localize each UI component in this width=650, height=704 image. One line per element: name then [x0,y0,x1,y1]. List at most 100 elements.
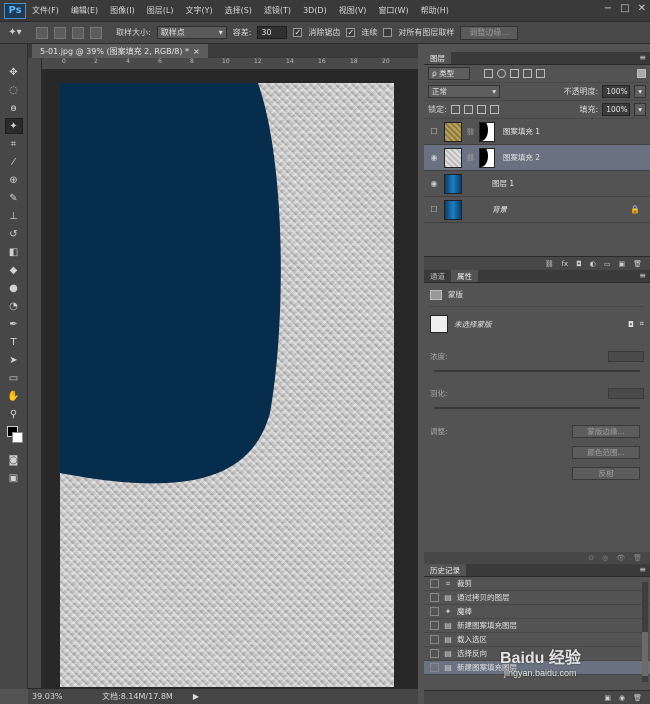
link-layers-icon[interactable]: ⛓ [545,260,554,268]
feather-input[interactable] [608,388,644,399]
history-snapshot-box[interactable] [430,579,439,588]
mask-edge-button[interactable]: 蒙版边缘... [572,425,640,438]
dodge-tool-icon[interactable]: ◔ [5,298,23,314]
fx-icon[interactable]: fx [562,260,569,268]
marquee-tool-icon[interactable]: ◌ [5,82,23,98]
lock-pixels-icon[interactable] [463,105,473,114]
history-item[interactable]: ▤ 通过拷贝的图层 [424,591,650,605]
filter-pixel-icon[interactable] [484,69,493,78]
close-button[interactable]: ✕ [638,3,646,14]
layer-filter-select[interactable]: ρ 类型 [428,67,470,80]
panel-menu-icon[interactable]: ≡ [639,565,646,574]
type-tool-icon[interactable]: T [5,334,23,350]
layer-row-pattern-fill-1[interactable]: ☐ ⛓ 图案填充 1 [424,119,650,145]
history-snapshot-box[interactable] [430,593,439,602]
lock-position-icon[interactable] [476,105,486,114]
filter-adjustment-icon[interactable] [497,69,506,78]
layer-row-pattern-fill-2[interactable]: ◉ ⛓ 图案填充 2 [424,145,650,171]
trash-icon[interactable]: 🗑 [633,694,642,702]
density-input[interactable] [608,351,644,362]
pixel-mask-icon[interactable]: ◘ [628,320,634,329]
menu-edit[interactable]: 编辑(E) [65,5,104,16]
tolerance-input[interactable]: 30 [257,26,288,39]
magic-wand-preset-icon[interactable]: ✦▾ [6,25,24,41]
invert-button[interactable]: 反相 [572,467,640,480]
menu-3d[interactable]: 3D(D) [297,6,333,15]
refine-edge-button[interactable]: 调整边缘... [460,25,519,40]
menu-view[interactable]: 视图(V) [333,5,373,16]
status-menu-arrow-icon[interactable]: ▶ [193,692,199,701]
adjustment-layer-icon[interactable]: ◐ [590,260,596,268]
history-scrollbar[interactable] [642,582,648,682]
contiguous-checkbox[interactable]: ✓ [346,28,356,37]
history-item[interactable]: ▤ 选择反向 [424,647,650,661]
all-layers-checkbox[interactable] [383,28,393,37]
tab-channels[interactable]: 通道 [424,270,451,282]
opacity-dropdown-icon[interactable]: ▾ [634,85,646,98]
zoom-tool-icon[interactable]: ⚲ [5,406,23,422]
layer-mask-thumbnail[interactable] [478,147,495,168]
tab-layers[interactable]: 图层 [424,52,451,64]
screen-mode-icon[interactable]: ▣ [5,470,23,486]
history-item[interactable]: ⌗ 裁剪 [424,577,650,591]
panel-menu-icon[interactable]: ≡ [639,53,646,62]
intersect-selection-icon[interactable] [90,26,102,39]
snapshot-icon[interactable]: ◉ [619,694,625,702]
document-canvas[interactable] [60,83,394,687]
blur-tool-icon[interactable]: ● [5,280,23,296]
lock-transparency-icon[interactable] [450,105,460,114]
healing-tool-icon[interactable]: ⊕ [5,172,23,188]
new-group-icon[interactable]: ▭ [604,260,611,268]
blend-mode-select[interactable]: 正常 ▾ [428,85,500,98]
vector-mask-icon[interactable]: ⌗ [640,319,644,329]
menu-select[interactable]: 选择(S) [219,5,258,16]
history-scrollbar-thumb[interactable] [642,632,648,676]
trash-icon[interactable]: 🗑 [633,260,642,268]
add-selection-icon[interactable] [54,26,66,39]
minimize-button[interactable]: − [604,3,612,14]
menu-type[interactable]: 文字(Y) [179,5,218,16]
history-snapshot-box[interactable] [430,649,439,658]
sample-size-select[interactable]: 取样点 ▾ [156,26,227,39]
eraser-tool-icon[interactable]: ◧ [5,244,23,260]
zoom-level[interactable]: 39.03% [28,692,76,701]
filter-type-icon[interactable] [510,69,519,78]
add-mask-icon[interactable]: ◘ [576,260,582,268]
color-range-button[interactable]: 颜色范围... [572,446,640,459]
menu-help[interactable]: 帮助(H) [415,5,455,16]
filter-shape-icon[interactable] [523,69,532,78]
antialias-checkbox[interactable]: ✓ [293,28,303,37]
shape-tool-icon[interactable]: ▭ [5,370,23,386]
maximize-button[interactable]: □ [620,3,629,14]
new-layer-icon[interactable]: ▣ [618,260,625,268]
feather-slider[interactable] [434,407,640,409]
clone-stamp-tool-icon[interactable]: ⊥ [5,208,23,224]
history-snapshot-box[interactable] [430,607,439,616]
fill-dropdown-icon[interactable]: ▾ [634,103,646,116]
magic-wand-tool-icon[interactable]: ✦ [4,118,23,134]
paint-bucket-tool-icon[interactable]: ◆ [5,262,23,278]
document-tab[interactable]: 5-01.jpg @ 39% (图案填充 2, RGB/8) * × [32,44,208,58]
visibility-toggle[interactable]: ☐ [428,205,440,214]
fill-input[interactable]: 100% [602,103,631,116]
subtract-selection-icon[interactable] [72,26,84,39]
panel-menu-icon[interactable]: ≡ [639,271,646,280]
path-selection-tool-icon[interactable]: ➤ [5,352,23,368]
filter-smart-icon[interactable] [536,69,545,78]
visibility-toggle[interactable]: ☐ [428,127,440,136]
apply-mask-icon[interactable]: ◎ [602,554,608,562]
history-item-current[interactable]: ▤ 新建图案填充图层 [424,661,650,675]
opacity-input[interactable]: 100% [602,85,631,98]
history-item[interactable]: ▤ 新建图案填充图层 [424,619,650,633]
filter-toggle-icon[interactable] [637,69,646,78]
history-brush-tool-icon[interactable]: ↺ [5,226,23,242]
hand-tool-icon[interactable]: ✋ [5,388,23,404]
menu-file[interactable]: 文件(F) [26,5,65,16]
crop-tool-icon[interactable]: ⌗ [5,136,23,152]
history-snapshot-box[interactable] [430,621,439,630]
pen-tool-icon[interactable]: ✒ [5,316,23,332]
trash-icon[interactable]: 🗑 [633,554,642,562]
eyedropper-tool-icon[interactable]: ⁄ [5,154,23,170]
new-document-icon[interactable]: ▣ [604,694,611,702]
eye-icon[interactable]: ◉ [428,179,440,188]
